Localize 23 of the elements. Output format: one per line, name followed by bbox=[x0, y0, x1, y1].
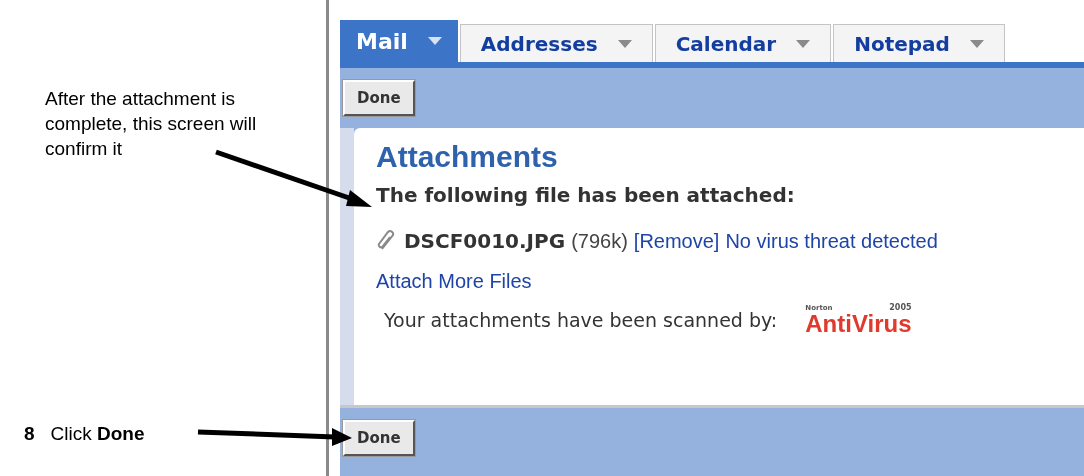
step-instruction: Click Done bbox=[50, 421, 145, 446]
logo-year: 2005 bbox=[889, 304, 912, 312]
tab[interactable]: Notepad bbox=[833, 24, 1005, 62]
dropdown-caret-icon bbox=[969, 39, 984, 48]
callout-text: After the attachment is complete, this screen will confirm it bbox=[45, 87, 258, 161]
file-size: (796k) bbox=[571, 229, 628, 254]
done-button[interactable]: Done bbox=[343, 80, 415, 116]
file-name: DSCF0010.JPG bbox=[404, 228, 566, 255]
dropdown-caret-icon bbox=[617, 39, 632, 48]
dropdown-caret-icon bbox=[427, 37, 442, 45]
done-button[interactable]: Done bbox=[343, 420, 415, 456]
virus-scan-status: No virus threat detected bbox=[725, 229, 938, 254]
logo-name: AntiVirus bbox=[805, 312, 912, 336]
step-number: 8 bbox=[24, 421, 35, 446]
scan-note: Your attachments have been scanned by: bbox=[384, 307, 778, 333]
tab[interactable]: Addresses bbox=[459, 24, 653, 62]
remove-link[interactable]: [Remove] bbox=[633, 226, 720, 256]
attach-more-files-link[interactable]: Attach More Files bbox=[376, 266, 532, 296]
dropdown-caret-icon bbox=[796, 39, 811, 48]
tab[interactable]: Mail bbox=[340, 20, 458, 62]
tab[interactable]: Calendar bbox=[654, 24, 832, 62]
panel-title: Attachments bbox=[376, 139, 559, 175]
confirmation-message: The following file has been attached: bbox=[376, 182, 796, 209]
